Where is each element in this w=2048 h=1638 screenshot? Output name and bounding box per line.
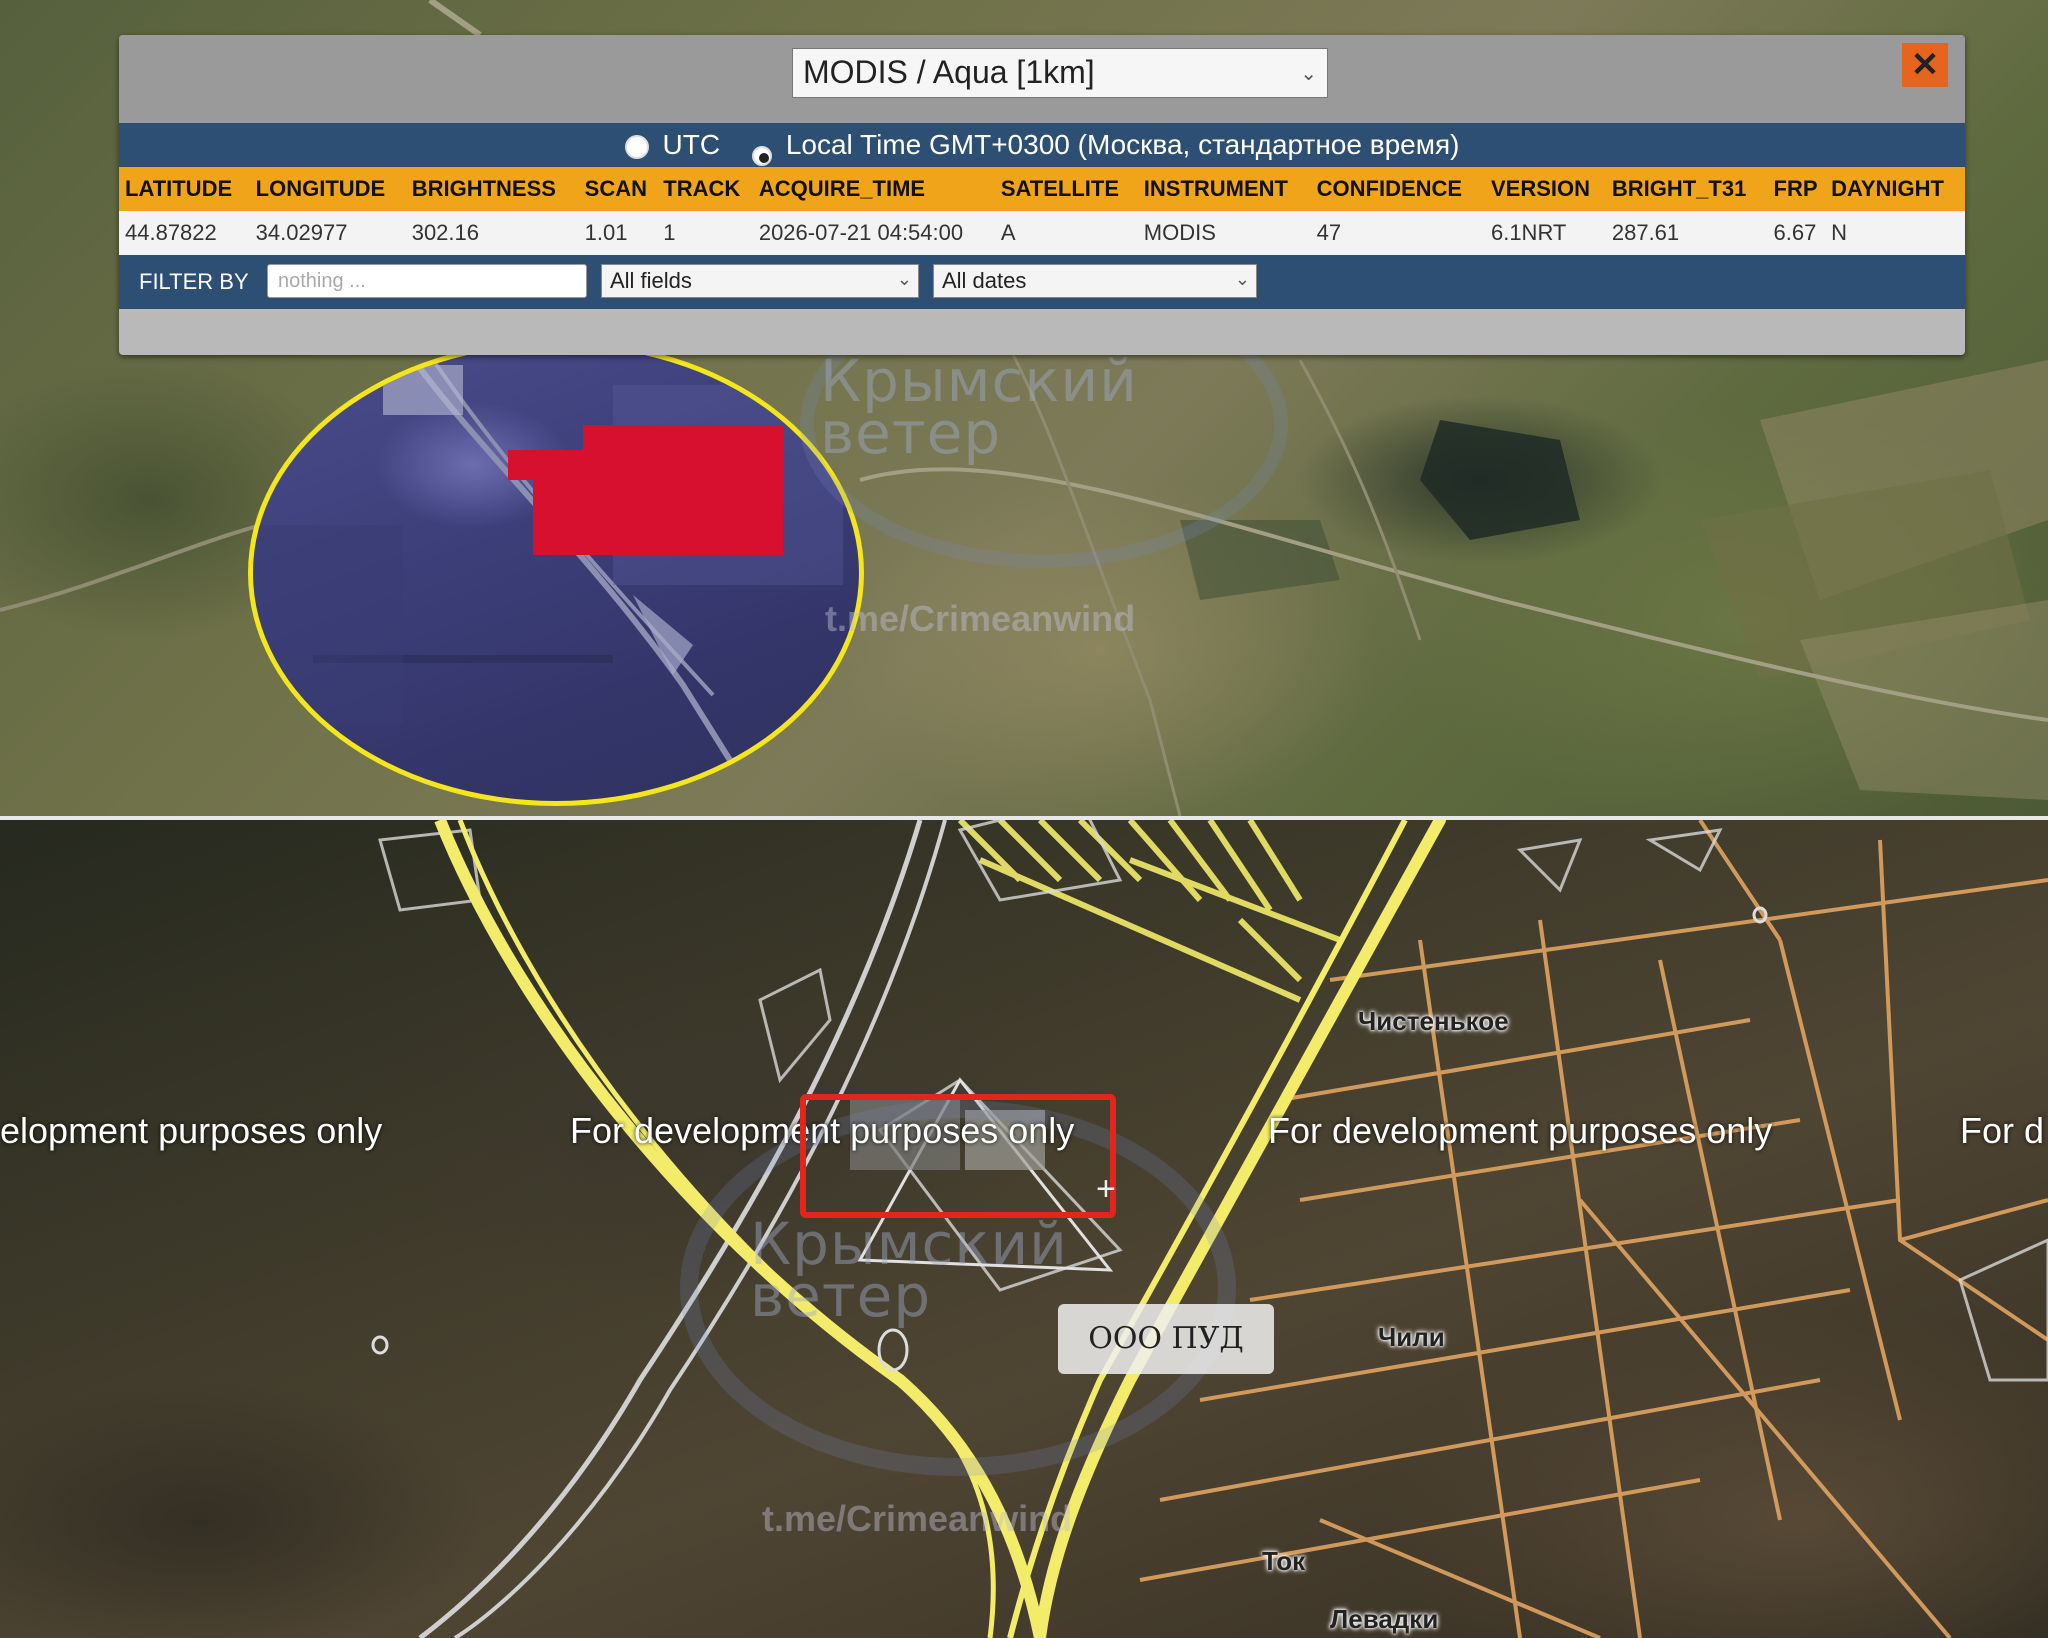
table-cell: N (1828, 211, 1965, 255)
col-header[interactable]: SCAN (581, 167, 661, 211)
chevron-down-icon: ⌄ (1234, 269, 1250, 289)
utc-radio[interactable] (624, 134, 649, 159)
satellite-select[interactable]: MODIS / Aqua [1km] ⌄ (792, 48, 1328, 98)
zoom-detail (253, 345, 843, 767)
col-header[interactable]: ACQUIRE_TIME (755, 167, 998, 211)
watermark-text: Крымский ветер (750, 1210, 1068, 1330)
col-header[interactable]: TRACK (660, 167, 756, 211)
dev-watermark-text: elopment purposes only (0, 1110, 383, 1151)
col-header[interactable]: LONGITUDE (252, 167, 409, 211)
field-filter-value: All fields (610, 268, 692, 293)
filter-label: FILTER BY (139, 269, 249, 294)
popup-header: MODIS / Aqua [1km] ⌄ ✕ (119, 35, 1965, 123)
table-cell: 6.1NRT (1487, 211, 1609, 255)
crosshair-cursor-icon: + (1096, 1170, 1116, 1208)
fire-info-popup: MODIS / Aqua [1km] ⌄ ✕ UTC Local Time GM… (119, 35, 1965, 355)
field-filter-select[interactable]: All fields ⌄ (601, 264, 919, 298)
close-button[interactable]: ✕ (1902, 43, 1948, 87)
place-label-tok: Ток (1262, 1546, 1306, 1576)
table-cell: 1 (660, 211, 756, 255)
place-label-levadki: Левадки (1330, 1604, 1439, 1634)
col-header[interactable]: INSTRUMENT (1140, 167, 1314, 211)
company-label[interactable]: ООО ПУД (1058, 1304, 1274, 1374)
table-cell: 287.61 (1608, 211, 1771, 255)
dev-watermark-text: For development purposes only (1268, 1110, 1773, 1151)
filter-input[interactable] (267, 264, 587, 298)
utc-label: UTC (662, 129, 721, 160)
chevron-down-icon: ⌄ (1300, 63, 1317, 85)
table-header-row: LATITUDE LONGITUDE BRIGHTNESS SCAN TRACK… (119, 167, 1965, 211)
filter-bar: FILTER BY All fields ⌄ All dates ⌄ (119, 255, 1965, 309)
col-header[interactable]: BRIGHT_T31 (1608, 167, 1771, 211)
table-cell: 6.67 (1770, 211, 1829, 255)
col-header[interactable]: FRP (1770, 167, 1829, 211)
col-header[interactable]: LATITUDE (119, 167, 253, 211)
timezone-bar: UTC Local Time GMT+0300 (Москва, стандар… (119, 123, 1965, 167)
date-filter-select[interactable]: All dates ⌄ (933, 264, 1257, 298)
table-row[interactable]: 44.87822 34.02977 302.16 1.01 1 2026-07-… (119, 211, 1965, 255)
fire-hotspot (508, 425, 783, 555)
local-time-radio[interactable] (751, 145, 772, 166)
chevron-down-icon: ⌄ (896, 269, 912, 289)
watermark-link: t.me/Crimeanwind (762, 1498, 1073, 1539)
table-cell: 44.87822 (119, 211, 253, 255)
date-filter-value: All dates (942, 268, 1027, 293)
dev-watermark-text: For d (1960, 1110, 2045, 1151)
site-highlight-box (800, 1094, 1116, 1218)
table-cell: 2026-07-21 04:54:00 (755, 211, 998, 255)
col-header[interactable]: SATELLITE (997, 167, 1141, 211)
local-time-label: Local Time GMT+0300 (Москва, стандартное… (785, 129, 1460, 160)
col-header[interactable]: BRIGHTNESS (408, 167, 582, 211)
fire-table: LATITUDE LONGITUDE BRIGHTNESS SCAN TRACK… (119, 167, 1965, 255)
col-header[interactable]: CONFIDENCE (1313, 167, 1488, 211)
fire-zoom-circle (248, 340, 864, 806)
table-cell: MODIS (1140, 211, 1314, 255)
table-cell: 302.16 (408, 211, 582, 255)
place-label-chili: Чили (1378, 1322, 1445, 1352)
table-cell: A (997, 211, 1141, 255)
col-header[interactable]: VERSION (1487, 167, 1609, 211)
table-cell: 47 (1313, 211, 1488, 255)
place-label-chistenkoe: Чистенькое (1358, 1006, 1509, 1036)
watermark-text: Крымский ветер (820, 347, 1138, 467)
table-cell: 1.01 (581, 211, 661, 255)
satellite-select-value: MODIS / Aqua [1km] (803, 54, 1095, 90)
col-header[interactable]: DAYNIGHT (1828, 167, 1965, 211)
map-bottom[interactable]: Крымский ветер t.me/Crimeanwind elopment… (0, 820, 2048, 1638)
watermark-link: t.me/Crimeanwind (825, 598, 1136, 639)
table-cell: 34.02977 (252, 211, 409, 255)
